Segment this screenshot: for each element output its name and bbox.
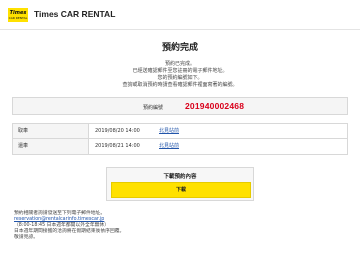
intro-line: 您的預約編號如下。 bbox=[157, 75, 203, 81]
pickup-store-link[interactable]: 北見站前 bbox=[159, 124, 179, 138]
download-title: 下載預約內容 bbox=[163, 174, 197, 180]
intro-line: 已經送確認郵件至您註冊的電子郵件地址。 bbox=[132, 68, 228, 74]
reservation-number-value: 201940002468 bbox=[185, 101, 245, 111]
intro-line: 查詢或取消預約時請查看確認郵件裡面寫著的編號。 bbox=[122, 82, 238, 88]
pickup-datetime: 2019/08/20 14:00 bbox=[95, 128, 140, 134]
reservation-details-table: 取車 2019/08/20 14:00 北見站前 還車 2019/08/21 1… bbox=[12, 123, 348, 155]
pickup-label: 取車 bbox=[13, 124, 89, 138]
return-store-link[interactable]: 北見站前 bbox=[159, 139, 179, 153]
page-title: 預約完成 bbox=[161, 43, 198, 53]
reservation-number-label: 預約編號 bbox=[143, 105, 164, 111]
download-button[interactable]: 下載 bbox=[111, 182, 251, 198]
contact-notes: 預約相關者詢請發送至下列電子郵件地址。 reservation@rentalca… bbox=[14, 211, 344, 241]
return-datetime: 2019/08/21 14:00 bbox=[95, 143, 140, 149]
contact-line: 敬請見諒。 bbox=[14, 235, 38, 240]
site-header: Times CAR RENTAL Times CAR RENTAL bbox=[0, 0, 360, 30]
return-label: 還車 bbox=[13, 139, 89, 154]
brand-name: Times CAR RENTAL bbox=[34, 9, 116, 19]
times-logo[interactable]: Times CAR RENTAL bbox=[8, 8, 28, 22]
intro-line: 預約已完成。 bbox=[164, 61, 195, 67]
table-row-return: 還車 2019/08/21 14:00 北見站前 bbox=[13, 139, 347, 154]
logo-text-subtitle: CAR RENTAL bbox=[8, 15, 28, 20]
table-row-pickup: 取車 2019/08/20 14:00 北見站前 bbox=[13, 124, 347, 139]
intro-message: 預約已完成。 已經送確認郵件至您註冊的電子郵件地址。 您的預約編號如下。 查詢或… bbox=[0, 61, 360, 89]
reservation-number-box: 預約編號 201940002468 bbox=[12, 97, 348, 115]
download-panel: 下載預約內容 下載 bbox=[106, 167, 254, 201]
